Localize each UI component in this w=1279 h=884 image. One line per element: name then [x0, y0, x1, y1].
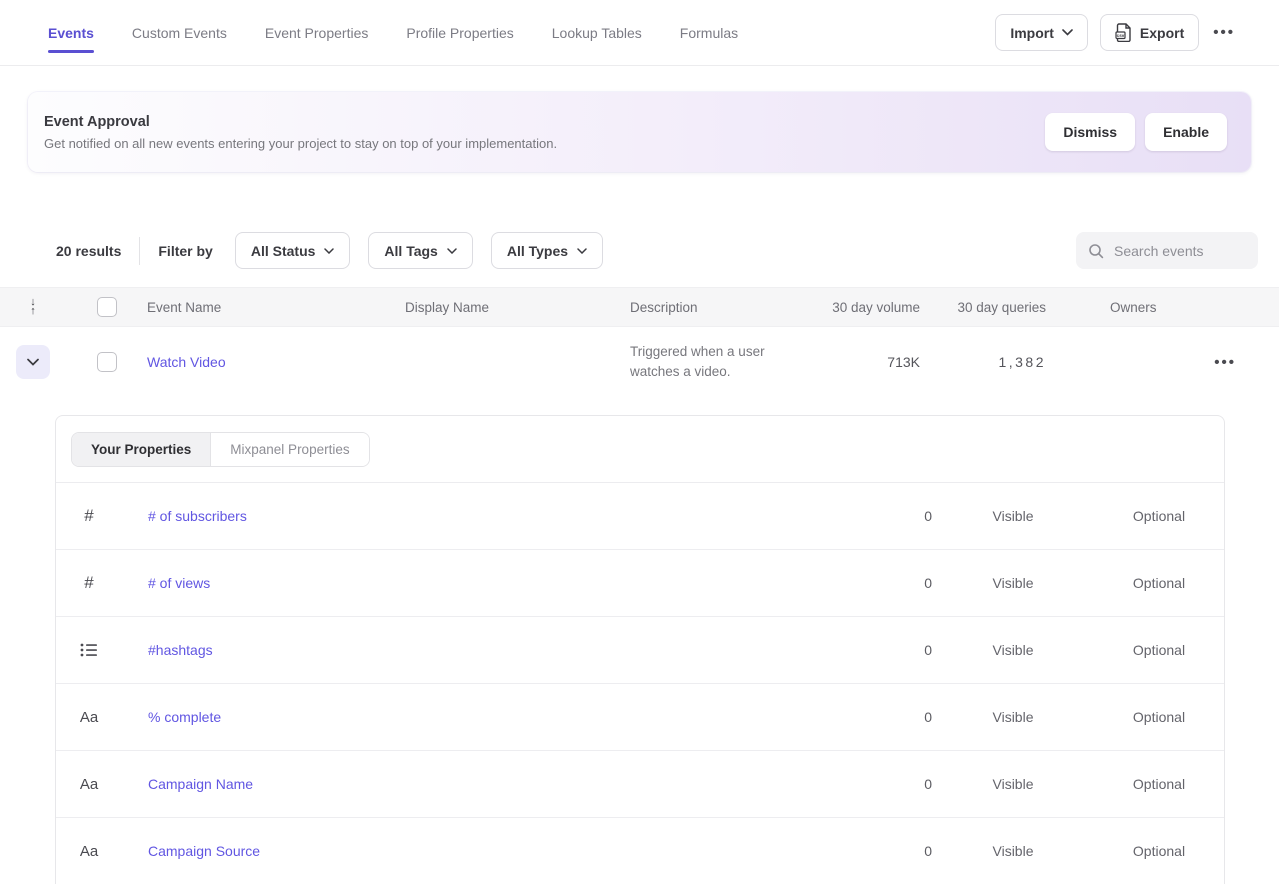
- search-icon: [1088, 243, 1104, 259]
- property-count: 0: [769, 709, 932, 725]
- csv-file-icon: csv: [1115, 23, 1132, 42]
- row-more-menu-icon[interactable]: •••: [1212, 350, 1279, 375]
- property-count: 0: [769, 843, 932, 859]
- property-name-link[interactable]: Campaign Name: [122, 776, 769, 792]
- property-name-link[interactable]: % complete: [122, 709, 769, 725]
- tags-filter-label: All Tags: [384, 243, 437, 259]
- property-name-link[interactable]: Campaign Source: [122, 843, 769, 859]
- property-name-link[interactable]: # of views: [122, 575, 769, 591]
- tab-your-properties[interactable]: Your Properties: [72, 433, 211, 466]
- status-filter-dropdown[interactable]: All Status: [235, 232, 351, 269]
- property-visibility: Visible: [932, 776, 1094, 792]
- collapse-all-icon[interactable]: ↓↑: [30, 298, 36, 316]
- property-visibility: Visible: [932, 642, 1094, 658]
- tab-event-properties[interactable]: Event Properties: [265, 0, 369, 65]
- filter-by-label: Filter by: [158, 243, 212, 259]
- chevron-down-icon: [577, 248, 587, 254]
- list-icon: [80, 642, 98, 658]
- import-button[interactable]: Import: [995, 14, 1088, 51]
- tab-events[interactable]: Events: [48, 0, 94, 65]
- property-count: 0: [769, 575, 932, 591]
- column-display-name: Display Name: [405, 300, 630, 315]
- column-event-name: Event Name: [147, 300, 405, 315]
- export-button[interactable]: csv Export: [1100, 14, 1199, 51]
- property-requirement: Optional: [1094, 709, 1224, 725]
- event-description-line2: watches a video.: [630, 364, 731, 379]
- property-name-link[interactable]: #hashtags: [122, 642, 769, 658]
- column-queries: 30 day queries: [920, 300, 1060, 315]
- property-requirement: Optional: [1094, 843, 1224, 859]
- property-count: 0: [769, 776, 932, 792]
- property-count: 0: [769, 642, 932, 658]
- chevron-down-icon: [324, 248, 334, 254]
- tab-lookup-tables[interactable]: Lookup Tables: [552, 0, 642, 65]
- event-description: Triggered when a user watches a video.: [630, 342, 820, 382]
- lexicon-tabs: Events Custom Events Event Properties Pr…: [48, 0, 738, 65]
- top-navigation: Events Custom Events Event Properties Pr…: [0, 0, 1279, 66]
- text-icon: Aa: [80, 843, 98, 860]
- property-requirement: Optional: [1094, 776, 1224, 792]
- tab-mixpanel-properties[interactable]: Mixpanel Properties: [211, 433, 368, 466]
- column-volume: 30 day volume: [820, 300, 920, 315]
- properties-tab-switcher: Your Properties Mixpanel Properties: [71, 432, 370, 467]
- property-visibility: Visible: [932, 709, 1094, 725]
- property-row: Aa % complete 0 Visible Optional: [56, 684, 1224, 751]
- property-visibility: Visible: [932, 508, 1094, 524]
- event-name-link[interactable]: Watch Video: [147, 354, 405, 370]
- banner-description: Get notified on all new events entering …: [44, 136, 557, 151]
- event-row-watch-video: Watch Video Triggered when a user watche…: [0, 327, 1279, 397]
- status-filter-label: All Status: [251, 243, 316, 259]
- property-requirement: Optional: [1094, 642, 1224, 658]
- properties-panel: Your Properties Mixpanel Properties # # …: [55, 415, 1225, 884]
- divider: [139, 237, 140, 265]
- property-requirement: Optional: [1094, 575, 1224, 591]
- more-menu-icon[interactable]: •••: [1211, 20, 1237, 45]
- import-button-label: Import: [1010, 25, 1054, 41]
- select-all-checkbox[interactable]: [97, 297, 117, 317]
- dismiss-button[interactable]: Dismiss: [1045, 113, 1135, 151]
- collapse-row-chevron-icon[interactable]: [16, 345, 50, 379]
- column-owners: Owners: [1060, 300, 1190, 315]
- column-description: Description: [630, 300, 820, 315]
- tags-filter-dropdown[interactable]: All Tags: [368, 232, 472, 269]
- results-count: 20 results: [56, 243, 121, 259]
- property-requirement: Optional: [1094, 508, 1224, 524]
- events-table-header: ↓↑ Event Name Display Name Description 3…: [0, 287, 1279, 327]
- tab-profile-properties[interactable]: Profile Properties: [406, 0, 513, 65]
- tab-formulas[interactable]: Formulas: [680, 0, 738, 65]
- property-row: Aa Campaign Name 0 Visible Optional: [56, 751, 1224, 818]
- search-events-box[interactable]: [1076, 232, 1258, 269]
- property-visibility: Visible: [932, 843, 1094, 859]
- property-row: Aa Campaign Source 0 Visible Optional: [56, 818, 1224, 884]
- text-icon: Aa: [80, 709, 98, 726]
- enable-button[interactable]: Enable: [1145, 113, 1227, 151]
- event-volume: 713K: [820, 354, 920, 370]
- chevron-down-icon: [447, 248, 457, 254]
- event-description-line1: Triggered when a user: [630, 344, 765, 359]
- property-row: # # of views 0 Visible Optional: [56, 550, 1224, 617]
- property-row: # # of subscribers 0 Visible Optional: [56, 483, 1224, 550]
- event-approval-banner: Event Approval Get notified on all new e…: [28, 92, 1251, 172]
- property-name-link[interactable]: # of subscribers: [122, 508, 769, 524]
- text-icon: Aa: [80, 776, 98, 793]
- number-icon: #: [84, 506, 93, 526]
- search-input[interactable]: [1114, 243, 1246, 259]
- types-filter-label: All Types: [507, 243, 568, 259]
- number-icon: #: [84, 573, 93, 593]
- event-queries: 1,382: [920, 354, 1060, 370]
- banner-title: Event Approval: [44, 114, 557, 130]
- chevron-down-icon: [1062, 29, 1073, 36]
- property-row: #hashtags 0 Visible Optional: [56, 617, 1224, 684]
- property-visibility: Visible: [932, 575, 1094, 591]
- types-filter-dropdown[interactable]: All Types: [491, 232, 603, 269]
- export-button-label: Export: [1140, 25, 1184, 41]
- filter-toolbar: 20 results Filter by All Status All Tags…: [56, 232, 1258, 269]
- row-checkbox[interactable]: [97, 352, 117, 372]
- property-count: 0: [769, 508, 932, 524]
- tab-custom-events[interactable]: Custom Events: [132, 0, 227, 65]
- svg-text:csv: csv: [1117, 33, 1125, 38]
